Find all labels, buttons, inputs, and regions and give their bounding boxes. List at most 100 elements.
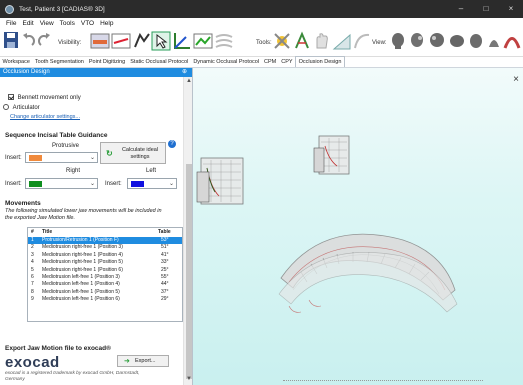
view-top-icon[interactable] [448, 31, 466, 51]
axis-tool-icon[interactable] [172, 31, 192, 51]
curve-tool-icon[interactable] [214, 31, 234, 51]
occlusion-design-panel: Occlusion Design ⊕ Bennett movement only… [0, 68, 193, 385]
sequence-heading: Sequence Incisal Table Guidance [5, 132, 108, 139]
menu-file[interactable]: File [6, 20, 16, 27]
tab-workspace[interactable]: Workspace [0, 57, 32, 67]
column-header-title: Title [42, 229, 53, 235]
row-title: Mediotrusion left-free 1 (Position 3) [42, 274, 120, 280]
tab-cpm[interactable]: CPM [262, 57, 279, 67]
table-row[interactable]: 8 Mediotrusion left-free 1 (Position 5) 37… [28, 289, 182, 296]
xray-view-icon[interactable] [90, 31, 110, 51]
left-color-select[interactable]: ⌄ [127, 178, 177, 189]
view-left-icon[interactable] [428, 31, 446, 51]
chevron-down-icon: ⌄ [168, 181, 174, 187]
tab-dynamic-occlusal-protocol[interactable]: Dynamic Occlusal Protocol [191, 57, 262, 67]
trademark-note: exocad is a registered trademark by exoc… [5, 371, 140, 382]
view-back-icon[interactable] [468, 31, 484, 51]
pin-icon[interactable]: ⊕ [182, 68, 187, 77]
help-icon[interactable]: ? [168, 140, 176, 148]
row-table-angle: 53° [161, 237, 169, 243]
window-title: Test, Patient 3 [CADIAS® 3D] [19, 5, 105, 13]
view-label: View: [372, 40, 387, 46]
menu-edit[interactable]: Edit [22, 20, 33, 27]
angle-tool-icon[interactable] [292, 31, 312, 51]
row-number: 1 [31, 237, 34, 243]
row-table-angle: 55° [161, 274, 169, 280]
view-bottom-icon[interactable] [486, 31, 502, 51]
table-row[interactable]: 3 Mediotrusion right-free 1 (Position 4) 4… [28, 252, 182, 259]
table-row[interactable]: 2 Mediotrusion right-free 1 (Position 3) 5… [28, 244, 182, 251]
scrollbar-thumb[interactable] [186, 164, 192, 379]
visibility-label: Visibility: [58, 40, 82, 46]
table-row[interactable]: 5 Mediotrusion right-free 1 (Position 6) 2… [28, 267, 182, 274]
right-condyle-tracking-plate [313, 135, 350, 175]
table-row[interactable]: 1 Protrusion/Retrusion 1 (Position F) 53° [28, 237, 182, 245]
protrusive-color-select[interactable]: ⌄ [25, 152, 98, 163]
chevron-down-icon: ⌄ [89, 181, 95, 187]
table-row[interactable]: 4 Mediotrusion right-free 1 (Position 5) 3… [28, 259, 182, 266]
menu-help[interactable]: Help [100, 20, 113, 27]
row-title: Mediotrusion right-free 1 (Position 4) [42, 251, 123, 258]
maximize-button[interactable]: □ [474, 0, 498, 18]
row-number: 9 [31, 296, 34, 303]
articulator-option[interactable]: Articulator [3, 104, 40, 111]
row-table-angle: 25° [161, 266, 169, 273]
save-icon[interactable] [3, 31, 19, 49]
panel-header: Occlusion Design ⊕ [0, 68, 192, 77]
table-row[interactable]: 6 Mediotrusion left-free 1 (Position 3) 55… [28, 274, 182, 281]
tools-label: Tools: [256, 40, 272, 46]
right-label: Right [66, 168, 81, 174]
close-button[interactable]: × [499, 0, 523, 18]
row-number: 4 [31, 259, 34, 266]
movements-heading: Movements [5, 200, 41, 207]
right-color-select[interactable]: ⌄ [25, 178, 98, 189]
table-row[interactable]: 9 Mediotrusion left-free 1 (Position 6) 29… [28, 296, 182, 303]
redo-icon[interactable] [37, 31, 51, 49]
bennett-checkbox[interactable] [8, 94, 14, 100]
panel-scrollbar[interactable]: ▲ ▼ [183, 77, 192, 385]
view-right-icon[interactable] [409, 31, 425, 51]
left-insert-label: Insert: [105, 181, 122, 187]
calculate-ideal-settings-button[interactable]: ↻ Calculate ideal settings [100, 142, 166, 164]
undo-icon[interactable] [22, 31, 36, 49]
menu-view[interactable]: View [40, 20, 54, 27]
bennett-label: Bennett movement only [17, 94, 81, 101]
tracking-tool-icon[interactable] [193, 31, 213, 51]
tab-static-occlusal-protocol[interactable]: Static Occlusal Protocol [128, 57, 191, 67]
tracing-view-icon[interactable] [111, 31, 131, 51]
change-articulator-settings-link[interactable]: Change articulator settings... [10, 114, 80, 120]
tab-point-digitizing[interactable]: Point Digitizing [86, 57, 127, 67]
jaw-model-icon[interactable] [132, 31, 152, 51]
scroll-up-icon[interactable]: ▲ [184, 77, 192, 85]
menu-tools[interactable]: Tools [60, 20, 75, 27]
3d-viewport[interactable]: × [193, 68, 523, 385]
title-bar: Test, Patient 3 [CADIAS® 3D] – □ × [0, 0, 523, 18]
hand-tool-icon[interactable] [312, 31, 332, 51]
view-arch-icon[interactable] [503, 31, 521, 51]
row-title: Mediotrusion right-free 1 (Position 6) [42, 266, 123, 273]
row-table-angle: 51° [161, 244, 169, 251]
tab-occlusion-design[interactable]: Occlusion Design [295, 56, 345, 67]
calculate-button-label: Calculate ideal settings [121, 147, 159, 160]
measure-tool-icon[interactable] [272, 31, 292, 51]
column-header-num: # [31, 229, 34, 235]
row-title: Mediotrusion left-free 1 (Position 6) [42, 296, 120, 303]
scroll-down-icon[interactable]: ▼ [184, 375, 192, 383]
row-number: 2 [31, 244, 34, 251]
tab-cpy[interactable]: CPY [279, 57, 295, 67]
minimize-button[interactable]: – [449, 0, 473, 18]
cursor-tool-icon[interactable] [151, 31, 171, 51]
articulator-radio[interactable] [3, 104, 9, 110]
bennett-option[interactable]: Bennett movement only [8, 94, 81, 101]
table-row[interactable]: 7 Mediotrusion left-free 1 (Position 4) 44… [28, 281, 182, 288]
view-front-icon[interactable] [390, 31, 406, 51]
row-table-angle: 41° [161, 251, 169, 258]
menu-vto[interactable]: VTO [81, 20, 94, 27]
export-heading: Export Jaw Motion file to exocad® [5, 345, 111, 352]
arc-tool-icon[interactable] [352, 31, 372, 51]
slope-tool-icon[interactable] [332, 31, 352, 51]
tab-tooth-segmentation[interactable]: Tooth Segmentation [32, 57, 86, 67]
right-color-swatch [29, 181, 42, 187]
table-header: # Title Table [28, 229, 182, 236]
export-button[interactable]: ➜ Export... [117, 355, 169, 367]
